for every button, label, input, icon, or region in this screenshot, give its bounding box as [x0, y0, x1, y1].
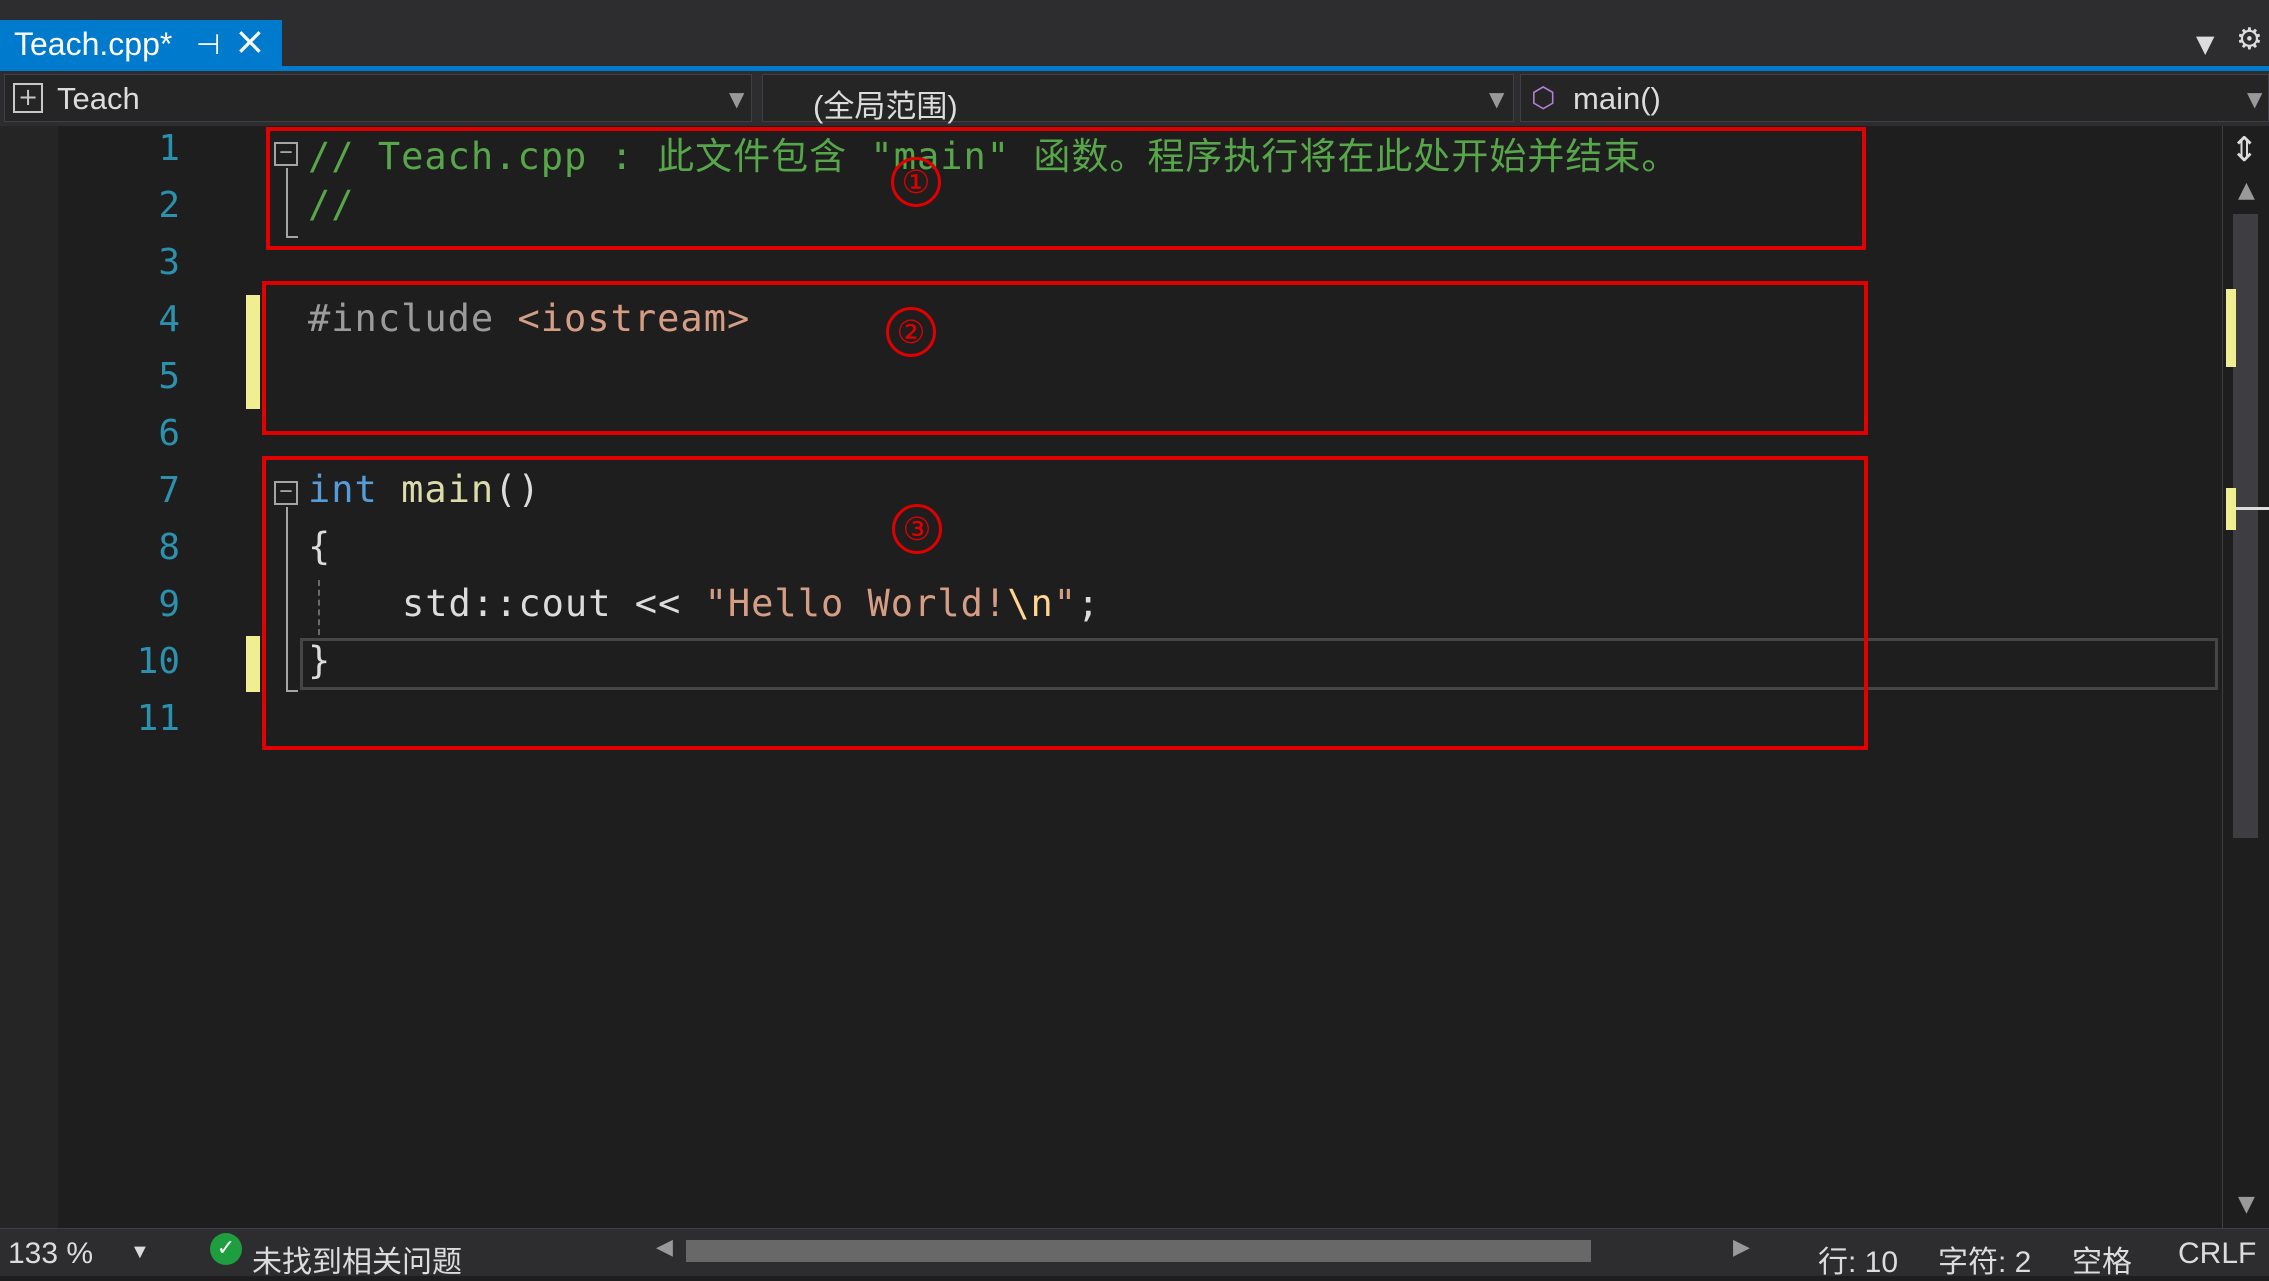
change-marker [246, 636, 260, 692]
chevron-down-icon: ▼ [2247, 87, 2263, 111]
tab-list-dropdown-icon[interactable]: ▼ [2196, 30, 2214, 58]
issues-status[interactable]: 未找到相关问题 [252, 1237, 462, 1281]
scrollbar-caret-marker [2236, 507, 2269, 510]
scope-label: (全局范围) [813, 89, 958, 124]
annotation-number-2: ② [886, 307, 936, 357]
zoom-dropdown-icon[interactable]: ▼ [130, 1241, 150, 1264]
line-number: 9 [158, 584, 180, 625]
scope-dropdown[interactable]: (全局范围) ▼ [762, 74, 1514, 124]
member-label: main() [1573, 81, 1661, 116]
indent-indicator[interactable]: 空格 [2072, 1237, 2132, 1281]
chevron-down-icon: ▼ [1489, 87, 1505, 111]
vertical-scroll-thumb[interactable] [2233, 214, 2258, 838]
char-indicator[interactable]: 字符: 2 [1938, 1237, 2031, 1281]
tab-teach-cpp[interactable]: Teach.cpp* ⊣ × [0, 20, 282, 70]
line-number: 10 [136, 641, 180, 682]
line-indicator[interactable]: 行: 10 [1818, 1237, 1898, 1281]
line-number: 3 [158, 242, 180, 283]
line-number: 5 [158, 356, 180, 397]
split-window-icon[interactable]: ⇕ [2230, 130, 2259, 170]
method-cube-icon: ⬡ [1531, 81, 1556, 114]
line-number: 2 [158, 185, 180, 226]
line-number: 1 [158, 128, 180, 169]
annotation-box-3 [262, 456, 1868, 750]
scroll-right-icon[interactable]: ▶ [1733, 1235, 1750, 1260]
project-label: Teach [57, 81, 140, 116]
member-dropdown[interactable]: ⬡ main() ▼ [1520, 74, 2269, 122]
check-circle-icon: ✓ [210, 1233, 242, 1265]
gear-icon[interactable]: ⚙ [2236, 22, 2263, 57]
line-ending-indicator[interactable]: CRLF [2178, 1237, 2256, 1271]
indicator-margin [0, 126, 58, 1228]
scroll-up-icon[interactable]: ▲ [2238, 178, 2255, 203]
line-number: 11 [136, 698, 180, 739]
zoom-level[interactable]: 133 % [8, 1237, 93, 1271]
annotation-number-3: ③ [892, 504, 942, 554]
annotation-box-2 [262, 281, 1868, 435]
scroll-left-icon[interactable]: ◀ [656, 1235, 673, 1260]
project-icon: + [13, 83, 43, 113]
chevron-down-icon: ▼ [729, 87, 745, 111]
line-number: 4 [158, 299, 180, 340]
line-number: 7 [158, 470, 180, 511]
project-dropdown[interactable]: + Teach ▼ [4, 74, 752, 122]
line-number: 6 [158, 413, 180, 454]
tab-title: Teach.cpp* [14, 26, 173, 62]
document-tab-bar [0, 0, 2269, 71]
navigation-bar: + Teach ▼ (全局范围) ▼ ⬡ main() ▼ [0, 71, 2269, 127]
scrollbar-change-marker [2226, 289, 2236, 367]
status-bar: 133 % ▼ ✓ 未找到相关问题 ◀ ▶ 行: 10 字符: 2 空格 CRL… [0, 1228, 2269, 1279]
close-icon[interactable]: × [234, 22, 266, 60]
scrollbar-change-marker [2226, 488, 2236, 530]
horizontal-scroll-thumb[interactable] [686, 1240, 1591, 1262]
annotation-number-1: ① [891, 157, 941, 207]
line-number: 8 [158, 527, 180, 568]
scroll-down-icon[interactable]: ▼ [2238, 1192, 2255, 1217]
change-marker [246, 295, 260, 409]
pin-icon[interactable]: ⊣ [196, 28, 220, 61]
annotation-box-1 [266, 127, 1866, 250]
